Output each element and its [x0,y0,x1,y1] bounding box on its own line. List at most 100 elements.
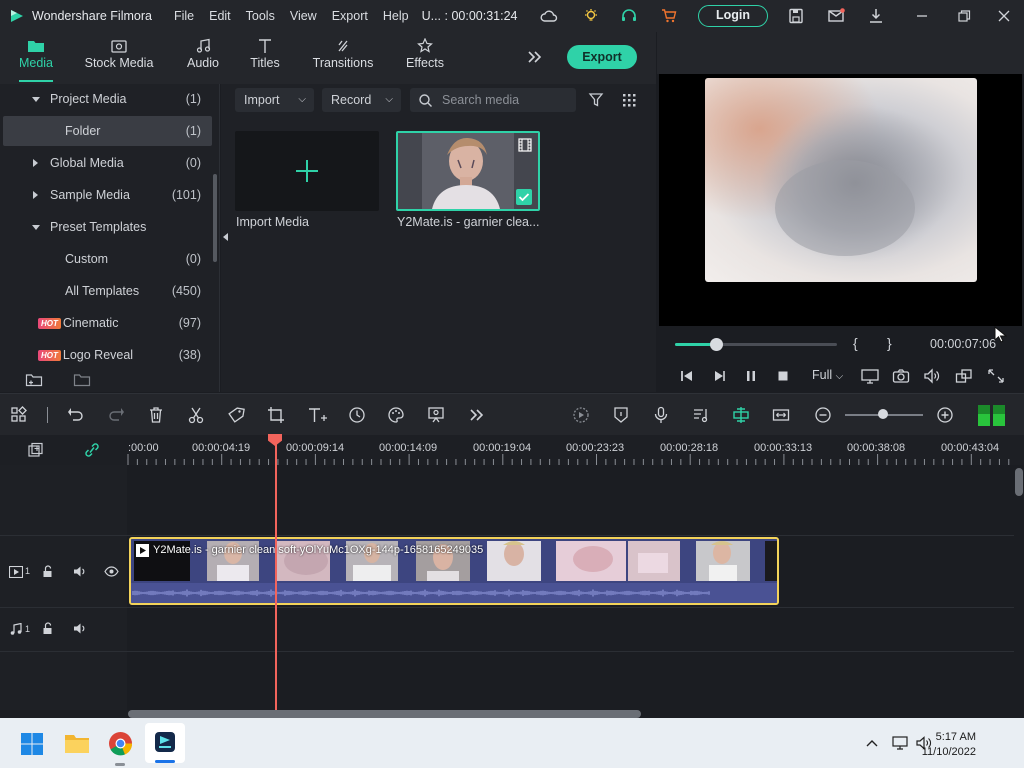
library-item-project-media[interactable]: Project Media (1) [0,84,212,114]
volume-icon[interactable] [923,368,941,384]
folder-outline-icon[interactable] [73,372,91,388]
track-audio-icon[interactable] [73,622,87,635]
download-icon[interactable] [867,8,885,24]
save-icon[interactable] [787,8,805,24]
more-tabs-chevron-icon[interactable] [526,49,544,65]
play-icon[interactable] [711,368,727,384]
fullscreen-icon[interactable] [987,368,1005,384]
timeline-zoom-knob[interactable] [878,409,888,419]
snapshot-camera-icon[interactable] [892,368,910,384]
menu-edit[interactable]: Edit [209,9,231,23]
chevron-up-icon[interactable] [866,738,878,748]
green-screen-icon[interactable] [427,406,445,424]
minimize-icon[interactable] [913,8,931,24]
lightbulb-icon[interactable] [582,8,600,24]
search-input[interactable]: Search media [410,88,576,112]
close-icon[interactable] [995,8,1013,24]
tab-stock-media[interactable]: Stock Media [84,32,154,84]
timeline-video-clip[interactable]: Y2Mate.is - garnier clean soft-yOlYuMc1O… [129,537,779,605]
render-preview-icon[interactable] [955,368,973,384]
track-visibility-eye-icon[interactable] [104,566,119,577]
collapse-panel-arrow-icon[interactable] [222,232,230,242]
tab-transitions[interactable]: Transitions [312,32,374,84]
mark-out-button[interactable]: } [887,335,892,351]
export-button[interactable]: Export [567,45,637,69]
more-tools-chevron-icon[interactable] [468,406,486,424]
undo-icon[interactable] [67,406,85,424]
menu-view[interactable]: View [290,9,317,23]
preview-progress-knob[interactable] [709,338,723,351]
tag-icon[interactable] [227,406,245,424]
library-item-cinematic[interactable]: HOT Cinematic (97) [0,308,212,338]
speed-clock-icon[interactable] [348,406,366,424]
track-lock-icon[interactable] [42,622,54,635]
color-palette-icon[interactable] [387,406,405,424]
library-item-global-media[interactable]: Global Media (0) [0,148,212,178]
record-dropdown[interactable]: Record ⌵ [322,88,401,112]
tab-effects[interactable]: Effects [404,32,446,84]
menu-file[interactable]: File [174,9,194,23]
fit-timeline-icon[interactable] [772,406,790,424]
delete-trash-icon[interactable] [147,406,165,424]
filmora-taskbar-button[interactable] [145,723,185,763]
stop-icon[interactable] [775,368,791,384]
library-item-all-templates[interactable]: All Templates (450) [0,276,212,306]
library-item-logo-reveal[interactable]: HOT Logo Reveal (38) [0,340,212,370]
filter-icon[interactable] [588,92,604,108]
timeline-playhead[interactable] [275,437,277,711]
track-audio-icon[interactable] [73,565,87,578]
zoom-in-icon[interactable] [936,406,954,424]
preview-zoom-select[interactable]: Full ⌵ [812,368,843,382]
taskbar-clock[interactable]: 5:17 AM 11/10/2022 [922,730,976,760]
menu-export[interactable]: Export [332,9,368,23]
headset-support-icon[interactable] [620,8,638,24]
grid-view-icon[interactable] [621,92,637,108]
pause-icon[interactable] [743,368,759,384]
preview-progress-bar[interactable] [675,338,837,351]
timeline-horizontal-scrollbar[interactable] [128,710,641,718]
tab-titles[interactable]: Titles [248,32,282,84]
new-folder-icon[interactable] [25,372,43,388]
zoom-out-icon[interactable] [814,406,832,424]
restore-icon[interactable] [955,8,973,24]
menu-tools[interactable]: Tools [246,9,275,23]
render-icon[interactable] [572,406,590,424]
audio-mixer-icon[interactable] [692,406,710,424]
chrome-icon[interactable] [108,731,133,756]
layout-grid-icon[interactable] [10,406,28,424]
link-chain-icon[interactable] [83,442,101,458]
cloud-icon[interactable] [540,8,558,24]
crop-icon[interactable] [267,406,285,424]
marker-shield-icon[interactable] [612,406,630,424]
login-button[interactable]: Login [698,5,768,27]
mail-icon[interactable] [827,8,845,24]
library-scrollbar[interactable] [213,174,217,262]
windows-start-icon[interactable] [20,732,44,756]
timeline-vertical-scrollbar[interactable] [1015,468,1023,496]
cut-scissors-icon[interactable] [187,406,205,424]
timeline-ruler[interactable]: :00:00 00:00:04:19 00:00:09:14 00:00:14:… [0,435,1024,465]
text-add-icon[interactable] [307,406,329,424]
library-item-sample-media[interactable]: Sample Media (101) [0,180,212,210]
display-settings-icon[interactable] [861,368,879,384]
file-explorer-icon[interactable] [64,732,90,754]
snap-magnet-icon[interactable] [732,406,750,424]
library-item-custom[interactable]: Custom (0) [0,244,212,274]
previous-frame-icon[interactable] [679,368,695,384]
library-item-preset-templates[interactable]: Preset Templates [0,212,212,242]
media-clip-thumbnail[interactable] [396,131,540,211]
import-media-tile[interactable] [235,131,379,211]
menu-help[interactable]: Help [383,9,409,23]
microphone-icon[interactable] [652,406,670,424]
tab-media[interactable]: Media [14,32,58,84]
library-item-folder[interactable]: Folder (1) [3,116,212,146]
import-dropdown[interactable]: Import ⌵ [235,88,314,112]
add-track-icon[interactable] [27,442,45,458]
cart-icon[interactable] [660,8,678,24]
network-icon[interactable] [892,736,908,750]
tab-audio[interactable]: Audio [184,32,222,84]
track-lock-icon[interactable] [42,565,54,578]
mark-in-button[interactable]: { [853,335,858,351]
audio-meter-icon[interactable] [976,403,1007,428]
redo-icon[interactable] [107,406,125,424]
